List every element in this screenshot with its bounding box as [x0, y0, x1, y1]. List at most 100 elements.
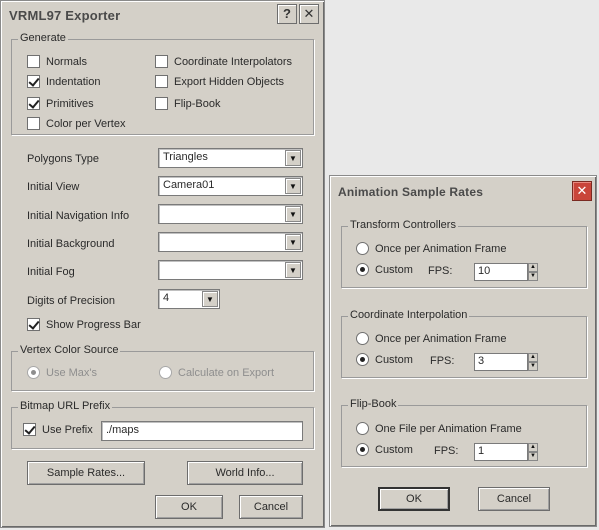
flipbook-once-option[interactable]: One File per Animation Frame — [356, 422, 522, 435]
polygons-type-value: Triangles — [163, 151, 208, 163]
coordinate-fps-input[interactable]: 3 — [474, 353, 528, 371]
chevron-down-icon[interactable]: ▼ — [285, 234, 301, 250]
indentation-label: Indentation — [46, 75, 101, 88]
transform-custom-radio[interactable] — [356, 263, 369, 276]
coordinate-custom-label: Custom — [375, 353, 413, 366]
indentation-option[interactable]: Indentation — [27, 75, 100, 88]
transform-controllers-legend: Transform Controllers — [348, 219, 458, 231]
export-hidden-objects-label: Export Hidden Objects — [174, 75, 285, 88]
bitmap-prefix-value: ./maps — [106, 424, 140, 436]
chevron-down-icon[interactable]: ▼ — [285, 206, 301, 222]
flipbook-fps-input[interactable]: 1 — [474, 443, 528, 461]
flipbook-custom-option[interactable]: Custom — [356, 443, 413, 456]
normals-option[interactable]: Normals — [27, 55, 87, 68]
primitives-option[interactable]: Primitives — [27, 97, 94, 110]
flip-book-option[interactable]: Flip-Book — [155, 97, 220, 110]
use-max-label: Use Max's — [46, 366, 97, 379]
spin-up-icon[interactable]: ▲ — [528, 353, 538, 362]
export-hidden-objects-option[interactable]: Export Hidden Objects — [155, 75, 284, 88]
coordinate-custom-radio[interactable] — [356, 353, 369, 366]
initial-view-select[interactable]: Camera01 ▼ — [158, 176, 303, 196]
show-progress-bar-label: Show Progress Bar — [46, 318, 141, 331]
coordinate-fps-spinner[interactable]: 3 ▲ ▼ — [474, 353, 538, 371]
use-prefix-option[interactable]: Use Prefix — [23, 423, 93, 436]
digits-of-precision-label: Digits of Precision — [27, 295, 116, 307]
calculate-on-export-option[interactable]: Calculate on Export — [159, 366, 274, 379]
flip-book-checkbox[interactable] — [155, 97, 168, 110]
spin-up-icon[interactable]: ▲ — [528, 263, 538, 272]
flipbook-custom-label: Custom — [375, 443, 413, 456]
digits-of-precision-select[interactable]: 4 ▼ — [158, 289, 220, 309]
transform-controllers-group: Transform Controllers — [341, 219, 587, 288]
spin-up-icon[interactable]: ▲ — [528, 443, 538, 452]
primitives-checkbox[interactable] — [27, 97, 40, 110]
transform-once-option[interactable]: Once per Animation Frame — [356, 242, 506, 255]
asr-cancel-button[interactable]: Cancel — [478, 487, 550, 511]
coordinate-interpolation-legend: Coordinate Interpolation — [348, 309, 470, 321]
use-prefix-label: Use Prefix — [42, 423, 93, 436]
calculate-on-export-label: Calculate on Export — [178, 366, 274, 379]
coordinate-once-option[interactable]: Once per Animation Frame — [356, 332, 506, 345]
cancel-button[interactable]: Cancel — [239, 495, 303, 519]
use-prefix-checkbox[interactable] — [23, 423, 36, 436]
bitmap-prefix-input[interactable]: ./maps — [101, 421, 303, 441]
animation-sample-rates-dialog: Animation Sample Rates ✕ Transform Contr… — [329, 175, 597, 527]
transform-fps-spinner[interactable]: 10 ▲ ▼ — [474, 263, 538, 281]
coordinate-once-radio[interactable] — [356, 332, 369, 345]
transform-once-radio[interactable] — [356, 242, 369, 255]
dialog-title: VRML97 Exporter — [3, 3, 322, 29]
close-icon: ✕ — [303, 6, 315, 21]
help-button[interactable]: ? — [277, 4, 297, 24]
color-per-vertex-option[interactable]: Color per Vertex — [27, 117, 125, 130]
ok-button[interactable]: OK — [155, 495, 223, 519]
flipbook-custom-radio[interactable] — [356, 443, 369, 456]
coordinate-interpolators-label: Coordinate Interpolators — [174, 55, 293, 68]
digits-of-precision-value: 4 — [163, 292, 170, 304]
help-icon: ? — [283, 6, 291, 21]
spin-down-icon[interactable]: ▼ — [528, 452, 538, 461]
coordinate-interpolation-group: Coordinate Interpolation — [341, 309, 587, 378]
color-per-vertex-checkbox[interactable] — [27, 117, 40, 130]
coordinate-fps-label: FPS: — [430, 355, 455, 367]
use-max-option[interactable]: Use Max's — [27, 366, 97, 379]
sample-rates-button[interactable]: Sample Rates... — [27, 461, 145, 485]
polygons-type-label: Polygons Type — [27, 153, 99, 165]
show-progress-bar-option[interactable]: Show Progress Bar — [27, 318, 141, 331]
vrml97-exporter-dialog: VRML97 Exporter ? ✕ Generate Normals Ind… — [0, 0, 325, 528]
indentation-checkbox[interactable] — [27, 75, 40, 88]
spin-down-icon[interactable]: ▼ — [528, 362, 538, 371]
chevron-down-icon[interactable]: ▼ — [285, 262, 301, 278]
close-button[interactable]: ✕ — [299, 4, 319, 24]
initial-view-label: Initial View — [27, 181, 80, 193]
world-info-button[interactable]: World Info... — [187, 461, 303, 485]
transform-fps-input[interactable]: 10 — [474, 263, 528, 281]
flipbook-once-radio[interactable] — [356, 422, 369, 435]
coordinate-custom-option[interactable]: Custom — [356, 353, 413, 366]
vertex-color-source-legend: Vertex Color Source — [18, 344, 121, 356]
show-progress-bar-checkbox[interactable] — [27, 318, 40, 331]
flip-book-rates-group: Flip-Book — [341, 398, 587, 467]
spin-down-icon[interactable]: ▼ — [528, 272, 538, 281]
export-hidden-objects-checkbox[interactable] — [155, 75, 168, 88]
chevron-down-icon[interactable]: ▼ — [202, 291, 218, 307]
transform-custom-option[interactable]: Custom — [356, 263, 413, 276]
asr-close-button[interactable]: ✕ — [572, 181, 592, 201]
primitives-label: Primitives — [46, 97, 94, 110]
polygons-type-select[interactable]: Triangles ▼ — [158, 148, 303, 168]
chevron-down-icon[interactable]: ▼ — [285, 150, 301, 166]
normals-checkbox[interactable] — [27, 55, 40, 68]
coordinate-interpolators-option[interactable]: Coordinate Interpolators — [155, 55, 292, 68]
initial-background-select[interactable]: ▼ — [158, 232, 303, 252]
calculate-on-export-radio[interactable] — [159, 366, 172, 379]
initial-navigation-info-label: Initial Navigation Info — [27, 210, 130, 222]
initial-fog-label: Initial Fog — [27, 266, 75, 278]
initial-navigation-info-select[interactable]: ▼ — [158, 204, 303, 224]
transform-custom-label: Custom — [375, 263, 413, 276]
flipbook-fps-spinner[interactable]: 1 ▲ ▼ — [474, 443, 538, 461]
use-max-radio[interactable] — [27, 366, 40, 379]
initial-fog-select[interactable]: ▼ — [158, 260, 303, 280]
chevron-down-icon[interactable]: ▼ — [285, 178, 301, 194]
asr-ok-button[interactable]: OK — [378, 487, 450, 511]
coordinate-interpolators-checkbox[interactable] — [155, 55, 168, 68]
normals-label: Normals — [46, 55, 87, 68]
